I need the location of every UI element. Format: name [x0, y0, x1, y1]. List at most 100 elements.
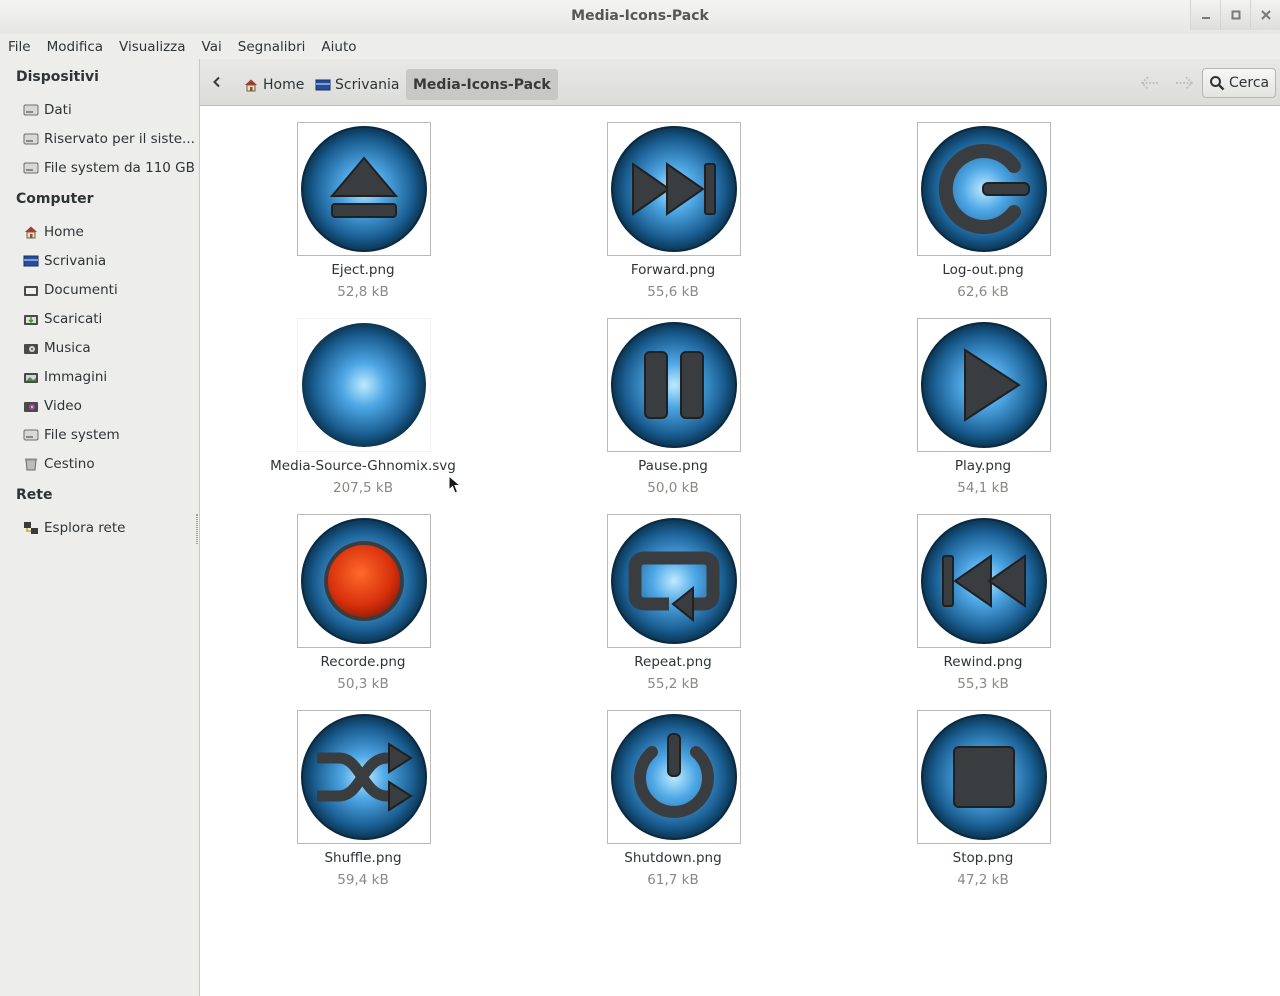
- file-item[interactable]: Shutdown.png 61,7 kB: [573, 710, 773, 900]
- file-thumbnail: [297, 122, 431, 256]
- search-label: Cerca: [1229, 75, 1270, 91]
- file-size: 50,3 kB: [337, 676, 389, 692]
- file-size: 55,2 kB: [647, 676, 699, 692]
- music-folder-icon: [24, 344, 38, 354]
- history-forward-button[interactable]: [1173, 73, 1195, 93]
- file-thumbnail: [917, 514, 1051, 648]
- drive-icon: [23, 429, 39, 441]
- minimize-button[interactable]: [1190, 0, 1220, 30]
- sidebar-item-label: File system: [44, 427, 120, 443]
- forward-icon: [611, 126, 737, 252]
- maximize-button[interactable]: [1220, 0, 1250, 30]
- search-button[interactable]: Cerca: [1202, 68, 1276, 98]
- file-thumbnail: [607, 122, 741, 256]
- shuffle-icon: [301, 714, 427, 840]
- sidebar-item-cestino[interactable]: Cestino: [23, 452, 195, 476]
- file-item[interactable]: Stop.png 47,2 kB: [883, 710, 1083, 900]
- file-name: Eject.png: [331, 262, 395, 278]
- sidebar-resize-handle[interactable]: [196, 514, 198, 544]
- sidebar-item-label: Scaricati: [44, 311, 103, 327]
- file-size: 207,5 kB: [332, 480, 394, 496]
- window-controls: [1190, 0, 1280, 30]
- window-title: Media-Icons-Pack: [571, 8, 709, 24]
- pause-icon: [611, 322, 737, 448]
- file-item[interactable]: Rewind.png 55,3 kB: [883, 514, 1083, 704]
- file-name: Pause.png: [638, 458, 708, 474]
- file-name: Stop.png: [952, 850, 1014, 866]
- mouse-cursor-icon: [448, 475, 462, 494]
- menu-visualizza[interactable]: Visualizza: [111, 39, 194, 55]
- sidebar-item-musica[interactable]: Musica: [23, 336, 195, 360]
- sidebar-item-video[interactable]: Video: [23, 394, 195, 418]
- sidebar: Dispositivi Dati Riservato per il siste.…: [0, 59, 200, 996]
- file-thumbnail: [917, 122, 1051, 256]
- sidebar-item-scrivania[interactable]: Scrivania: [23, 249, 195, 273]
- close-icon: [1260, 10, 1271, 20]
- menu-vai[interactable]: Vai: [194, 39, 230, 55]
- file-thumbnail: [917, 710, 1051, 844]
- sidebar-item-home[interactable]: Home: [23, 220, 195, 244]
- logout-icon: [921, 126, 1047, 252]
- breadcrumb-scrivania[interactable]: Scrivania: [308, 69, 406, 100]
- sidebar-item-label: Dati: [44, 102, 72, 118]
- sidebar-item-dati[interactable]: Dati: [23, 98, 195, 122]
- sidebar-item-label: File system da 110 GB: [44, 160, 195, 176]
- menu-file[interactable]: File: [0, 39, 39, 55]
- file-size: 52,8 kB: [337, 284, 389, 300]
- file-size: 55,6 kB: [647, 284, 699, 300]
- file-item[interactable]: Play.png 54,1 kB: [883, 318, 1083, 508]
- eject-icon: [301, 126, 427, 252]
- sidebar-item-esplora-rete[interactable]: Esplora rete: [23, 516, 195, 540]
- file-thumbnail: [297, 318, 431, 452]
- file-size: 50,0 kB: [647, 480, 699, 496]
- sidebar-item-documenti[interactable]: Documenti: [23, 278, 195, 302]
- file-size: 62,6 kB: [957, 284, 1009, 300]
- file-thumbnail: [607, 318, 741, 452]
- file-item[interactable]: Media-Source-Ghnomix.svg 207,5 kB: [263, 318, 463, 508]
- record-icon: [301, 518, 427, 644]
- file-size: 61,7 kB: [647, 872, 699, 888]
- file-item[interactable]: Pause.png 50,0 kB: [573, 318, 773, 508]
- file-name: Shutdown.png: [624, 850, 722, 866]
- documents-folder-icon: [24, 286, 38, 296]
- history-back-button[interactable]: [1139, 73, 1161, 93]
- home-icon: [245, 79, 257, 91]
- file-thumbnail: [297, 514, 431, 648]
- title-bar[interactable]: Media-Icons-Pack: [0, 0, 1280, 34]
- play-icon: [921, 322, 1047, 448]
- menu-modifica[interactable]: Modifica: [39, 39, 111, 55]
- file-item[interactable]: Forward.png 55,6 kB: [573, 122, 773, 312]
- desktop-icon: [315, 79, 331, 90]
- pictures-folder-icon: [24, 373, 38, 383]
- file-item[interactable]: Repeat.png 55,2 kB: [573, 514, 773, 704]
- sidebar-item-immagini[interactable]: Immagini: [23, 365, 195, 389]
- sidebar-item-label: Video: [44, 398, 82, 414]
- back-button[interactable]: [208, 71, 226, 93]
- sidebar-item-scaricati[interactable]: Scaricati: [23, 307, 195, 331]
- sidebar-item-filesystem-110gb[interactable]: File system da 110 GB: [23, 156, 195, 180]
- sidebar-item-riservato[interactable]: Riservato per il siste...: [23, 127, 195, 151]
- menu-segnalibri[interactable]: Segnalibri: [230, 39, 314, 55]
- file-item[interactable]: Recorde.png 50,3 kB: [263, 514, 463, 704]
- sidebar-item-label: Scrivania: [44, 253, 107, 269]
- file-size: 54,1 kB: [957, 480, 1009, 496]
- file-thumbnail: [607, 514, 741, 648]
- menu-aiuto[interactable]: Aiuto: [313, 39, 364, 55]
- file-item[interactable]: Log-out.png 62,6 kB: [883, 122, 1083, 312]
- downloads-folder-icon: [24, 315, 38, 325]
- breadcrumb-current[interactable]: Media-Icons-Pack: [406, 69, 558, 100]
- file-name: Rewind.png: [943, 654, 1023, 670]
- minimize-icon: [1201, 17, 1210, 19]
- file-thumbnail: [297, 710, 431, 844]
- file-view[interactable]: Eject.png 52,8 kB Forward.png 55,6 kB Lo…: [201, 106, 1280, 996]
- breadcrumb-home[interactable]: Home: [236, 69, 311, 100]
- media-source-icon: [302, 323, 426, 447]
- file-item[interactable]: Eject.png 52,8 kB: [263, 122, 463, 312]
- sidebar-item-label: Cestino: [44, 456, 95, 472]
- sidebar-item-filesystem[interactable]: File system: [23, 423, 195, 447]
- file-item[interactable]: Shuffle.png 59,4 kB: [263, 710, 463, 900]
- sidebar-item-label: Documenti: [44, 282, 118, 298]
- sidebar-item-label: Esplora rete: [44, 520, 126, 536]
- drive-icon: [23, 104, 39, 116]
- close-button[interactable]: [1250, 0, 1280, 30]
